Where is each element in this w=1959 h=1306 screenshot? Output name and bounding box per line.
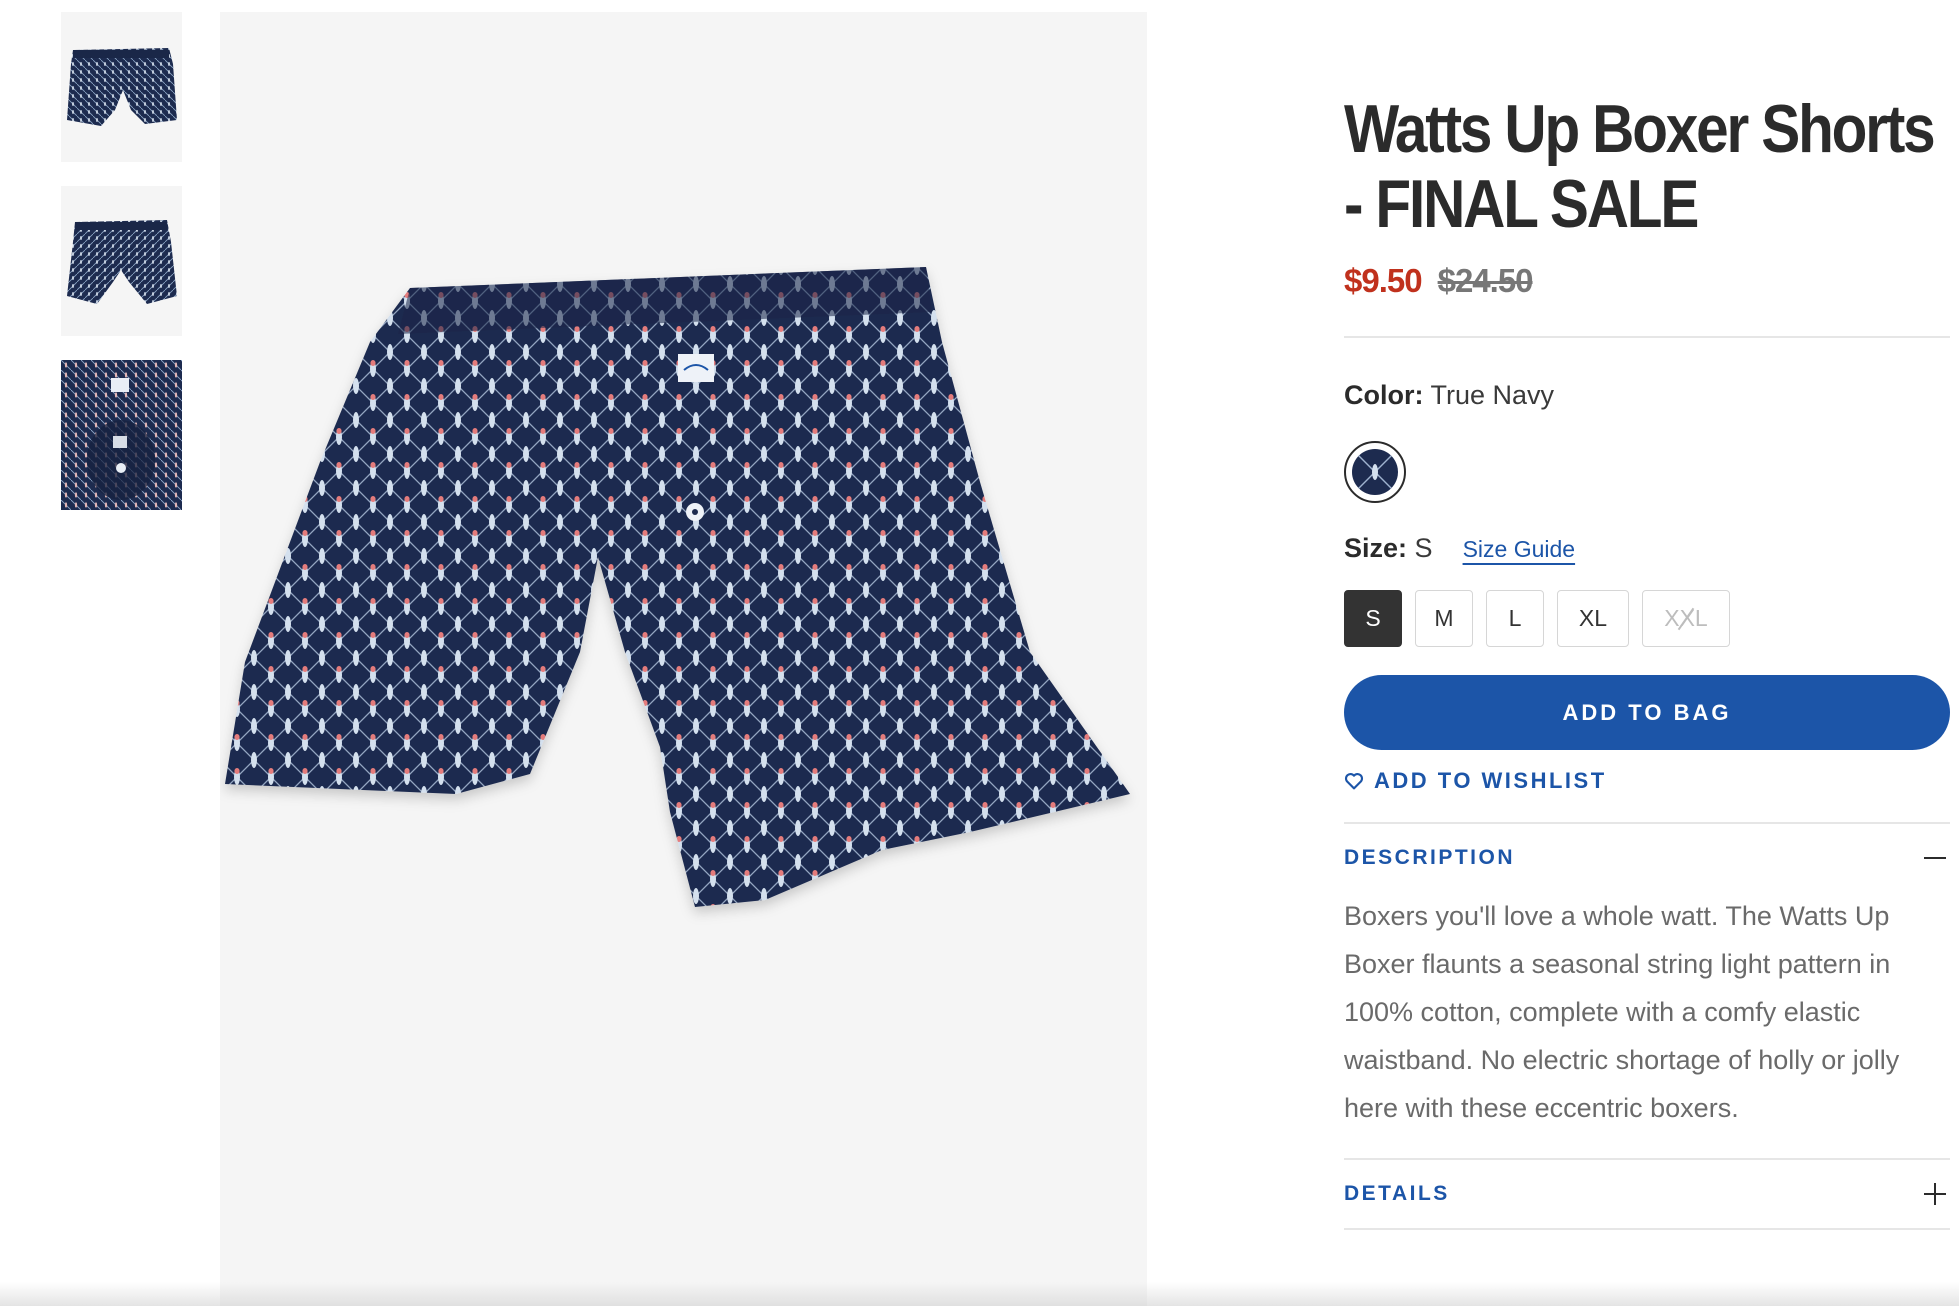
product-page: Watts Up Boxer Shorts - FINAL SALE $9.50… xyxy=(0,0,1959,1306)
size-label-row: Size: S Size Guide xyxy=(1344,533,1950,564)
wishlist-label: ADD TO WISHLIST xyxy=(1374,768,1607,793)
minus-icon xyxy=(1924,847,1946,869)
description-title: DESCRIPTION xyxy=(1344,846,1516,869)
brand-label xyxy=(678,354,714,382)
size-label-group: Size: S xyxy=(1344,533,1433,564)
price-row: $9.50 $24.50 xyxy=(1344,262,1950,300)
color-label: Color: xyxy=(1344,380,1424,410)
description-text: Boxers you'll love a whole watt. The Wat… xyxy=(1344,901,1900,1123)
description-accordion-header[interactable]: DESCRIPTION xyxy=(1344,824,1950,892)
original-price: $24.50 xyxy=(1437,262,1534,299)
thumbnail-gallery xyxy=(61,12,182,534)
color-label-row: Color: True Navy xyxy=(1344,380,1950,411)
size-option-xxl-unavailable[interactable]: XXL xyxy=(1642,590,1730,647)
boxer-shorts-image xyxy=(225,267,1130,907)
size-option-xl[interactable]: XL xyxy=(1557,590,1629,647)
price-divider xyxy=(1344,336,1950,338)
thumbnail-detail[interactable] xyxy=(61,360,182,510)
boxer-front-thumbnail-image xyxy=(67,48,177,126)
details-divider xyxy=(1344,1228,1950,1230)
product-info-panel: Watts Up Boxer Shorts - FINAL SALE $9.50… xyxy=(1344,92,1950,1230)
add-to-wishlist-link[interactable]: ADD TO WISHLIST xyxy=(1344,768,1950,794)
size-option-l[interactable]: L xyxy=(1486,590,1544,647)
details-accordion-header[interactable]: DETAILS xyxy=(1344,1160,1950,1228)
color-value: True Navy xyxy=(1430,380,1555,410)
size-guide-link[interactable]: Size Guide xyxy=(1463,536,1576,563)
boxer-back-thumbnail-image xyxy=(67,220,177,304)
main-product-image[interactable] xyxy=(220,12,1147,1306)
add-to-bag-button[interactable]: ADD TO BAG xyxy=(1344,675,1950,750)
boxer-detail-thumbnail-image xyxy=(61,360,182,510)
size-option-m[interactable]: M xyxy=(1415,590,1473,647)
color-swatch-true-navy[interactable] xyxy=(1344,441,1406,503)
size-label: Size: xyxy=(1344,533,1408,563)
details-title: DETAILS xyxy=(1344,1182,1450,1205)
thumbnail-back[interactable] xyxy=(61,186,182,336)
thumbnail-front[interactable] xyxy=(61,12,182,162)
swatch-fabric xyxy=(1352,449,1398,495)
size-options: S M L XL XXL xyxy=(1344,590,1950,647)
sale-price: $9.50 xyxy=(1344,262,1423,299)
plus-icon xyxy=(1924,1183,1946,1205)
heart-icon xyxy=(1344,773,1364,790)
size-value: S xyxy=(1414,533,1433,563)
size-option-s[interactable]: S xyxy=(1344,590,1402,647)
product-title: Watts Up Boxer Shorts - FINAL SALE xyxy=(1344,91,1936,242)
